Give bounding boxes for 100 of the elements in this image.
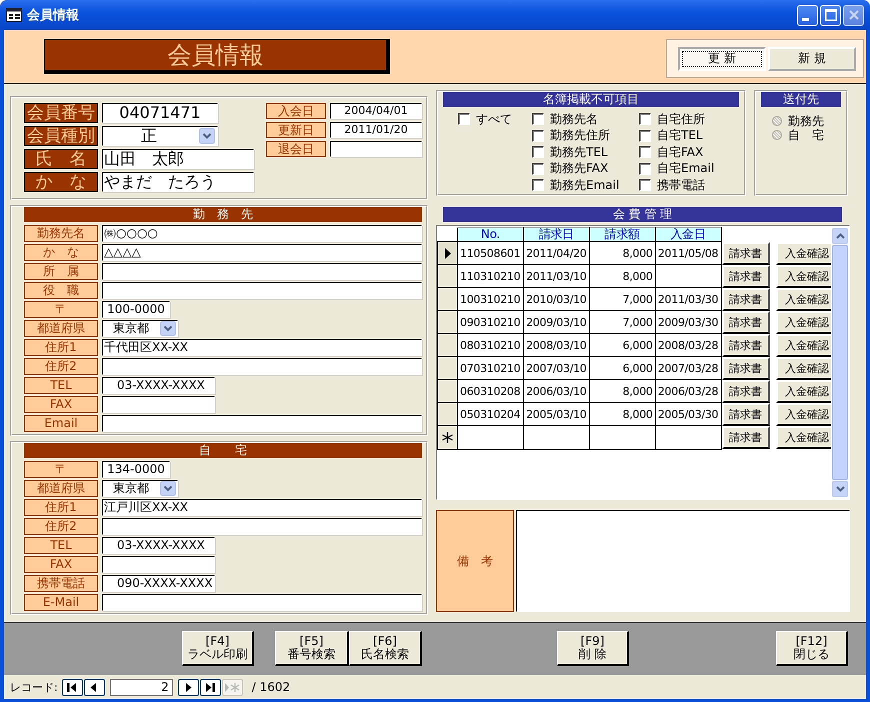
checkbox[interactable]: [458, 113, 470, 126]
date-field[interactable]: [330, 141, 422, 157]
function-key-button[interactable]: [F4] ラベル印刷: [182, 631, 254, 666]
function-key-button[interactable]: [F5] 番号検索: [275, 631, 349, 666]
text-field[interactable]: [102, 396, 215, 413]
invoice-button[interactable]: 請求書: [722, 356, 770, 380]
checkbox[interactable]: [532, 130, 544, 142]
checkbox[interactable]: [639, 162, 651, 175]
text-field[interactable]: ㈱○○○○: [102, 225, 422, 242]
text-field[interactable]: [102, 594, 422, 611]
invoice-button[interactable]: 請求書: [722, 264, 770, 288]
checkbox[interactable]: [532, 146, 544, 158]
text-field[interactable]: 134-0000: [102, 461, 170, 478]
checkbox[interactable]: [639, 130, 651, 142]
text-field[interactable]: 04071471: [102, 103, 218, 123]
invoice-button[interactable]: 請求書: [722, 426, 770, 449]
checkbox[interactable]: [639, 179, 651, 192]
payment-confirm-button[interactable]: 入金確認: [776, 380, 831, 402]
minimize-button[interactable]: [797, 4, 818, 26]
radio-button[interactable]: [772, 116, 782, 126]
first-record-icon: [66, 682, 78, 692]
text-field[interactable]: [102, 556, 215, 573]
checkbox-label: 勤務先FAX: [550, 160, 608, 178]
invoice-button[interactable]: 請求書: [722, 288, 770, 310]
row-selector[interactable]: [438, 334, 458, 356]
table-cell: 2009/03/10: [523, 310, 590, 334]
function-key-button[interactable]: [F6] 氏名検索: [349, 631, 422, 666]
dropdown-field[interactable]: 東京都: [102, 480, 178, 497]
table-cell: 2010/03/10: [523, 288, 590, 310]
text-field[interactable]: 山田 太郎: [102, 149, 254, 169]
maximize-button[interactable]: [820, 4, 841, 26]
section-header: 勤 務 先: [24, 207, 422, 222]
field-label: か な: [24, 172, 98, 192]
row-selector[interactable]: [438, 310, 458, 334]
scroll-up-button[interactable]: [832, 228, 848, 244]
invoice-button[interactable]: 請求書: [722, 334, 770, 356]
mode-button[interactable]: 新 規: [768, 46, 856, 70]
text-field[interactable]: [102, 518, 422, 535]
checkbox-label: 携帯電話: [657, 176, 705, 194]
payment-confirm-button[interactable]: 入金確認: [776, 426, 831, 449]
row-selector[interactable]: [438, 242, 458, 264]
nav-button[interactable]: [178, 678, 199, 696]
text-field[interactable]: [102, 358, 422, 375]
text-field[interactable]: [102, 263, 422, 280]
invoice-button[interactable]: 請求書: [722, 310, 770, 334]
function-key-button[interactable]: [F9] 削 除: [557, 631, 629, 666]
row-selector[interactable]: [438, 380, 458, 402]
field-label: 〒: [24, 301, 98, 318]
function-key-button[interactable]: [F12] 閉じる: [776, 631, 848, 666]
text-field[interactable]: △△△△: [102, 244, 422, 261]
payment-confirm-button[interactable]: 入金確認: [776, 334, 831, 356]
radio-button[interactable]: [772, 130, 782, 140]
date-field[interactable]: 2004/04/01: [330, 103, 422, 119]
payment-confirm-button[interactable]: 入金確認: [776, 310, 831, 334]
nav-button[interactable]: [200, 678, 221, 696]
invoice-button[interactable]: 請求書: [722, 380, 770, 402]
checkbox[interactable]: [532, 113, 544, 126]
record-number-field[interactable]: 2: [110, 678, 173, 696]
payment-confirm-button[interactable]: 入金確認: [776, 264, 831, 288]
payment-confirm-button[interactable]: 入金確認: [776, 288, 831, 310]
text-field[interactable]: 090-XXXX-XXXX: [102, 575, 215, 592]
dropdown-field[interactable]: 正: [102, 126, 218, 146]
text-field[interactable]: 03-XXXX-XXXX: [102, 377, 215, 394]
scroll-down-button[interactable]: [832, 481, 848, 497]
row-selector[interactable]: [438, 356, 458, 380]
checkbox[interactable]: [639, 113, 651, 126]
table-cell: 2006/03/10: [523, 380, 590, 402]
text-field[interactable]: 千代田区XX-XX: [102, 339, 422, 356]
table-cell: 8,000: [589, 264, 656, 288]
invoice-button[interactable]: 請求書: [722, 402, 770, 426]
field-label: 住所2: [24, 518, 98, 535]
maximize-icon: [824, 9, 836, 21]
table-cell: 2011/03/10: [523, 264, 590, 288]
field-label: 〒: [24, 461, 98, 478]
table-cell: 110508601: [458, 242, 524, 264]
mode-button[interactable]: 更 新: [678, 46, 766, 70]
text-field[interactable]: [102, 415, 422, 432]
nav-button[interactable]: [62, 678, 83, 696]
text-field[interactable]: 100-0000: [102, 301, 170, 318]
row-selector[interactable]: [438, 426, 458, 450]
checkbox[interactable]: [639, 146, 651, 158]
invoice-button[interactable]: 請求書: [722, 242, 770, 264]
date-field[interactable]: 2011/01/20: [330, 122, 422, 138]
checkbox[interactable]: [532, 179, 544, 192]
row-selector[interactable]: [438, 288, 458, 310]
text-field[interactable]: [102, 282, 422, 299]
field-label: 会員番号: [24, 103, 98, 123]
dropdown-field[interactable]: 東京都: [102, 320, 178, 337]
text-field[interactable]: やまだ たろう: [102, 172, 254, 192]
nav-button[interactable]: [84, 678, 105, 696]
text-field[interactable]: 03-XXXX-XXXX: [102, 537, 215, 554]
payment-confirm-button[interactable]: 入金確認: [776, 402, 831, 426]
payment-confirm-button[interactable]: 入金確認: [776, 356, 831, 380]
row-selector[interactable]: [438, 402, 458, 426]
notes-field[interactable]: [516, 510, 850, 612]
checkbox[interactable]: [532, 162, 544, 175]
payment-confirm-button[interactable]: 入金確認: [776, 242, 831, 264]
text-field[interactable]: 江戸川区XX-XX: [102, 499, 422, 516]
row-selector[interactable]: [438, 264, 458, 288]
section-header: 会 費 管 理: [443, 207, 842, 222]
